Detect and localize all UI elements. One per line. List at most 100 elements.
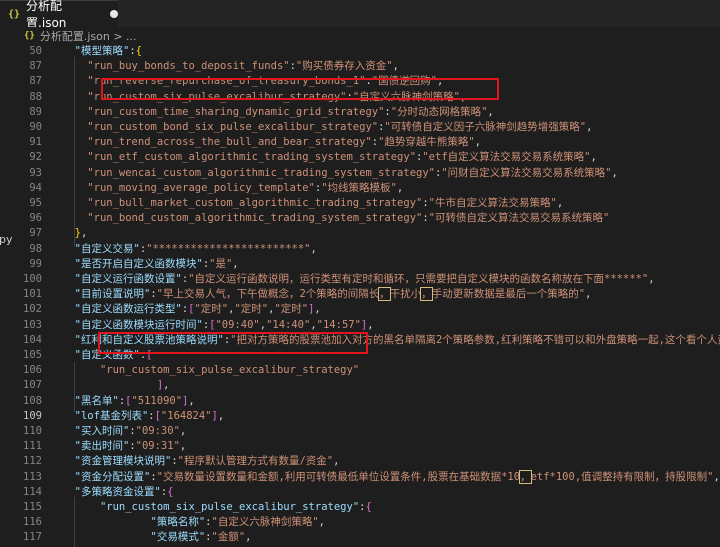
json-key: "买入时间" — [74, 425, 130, 437]
json-string: "自定义运行函数说明，运行类型有定时和循环，只需要把自定义模块的函数名称放在下面… — [188, 273, 649, 285]
code-line[interactable]: 113 "资金分配设置":"交易数量设置数量和金额,利用可转债最低单位设置条件,… — [0, 469, 720, 485]
code-line[interactable]: 115 "run_custom_six_pulse_excalibur_stra… — [0, 499, 720, 515]
code-line[interactable]: 103 "自定义函数模块运行时间":["09:40","14:40","14:5… — [0, 317, 720, 333]
code-line[interactable]: 92 "run_etf_custom_algorithmic_trading_s… — [0, 149, 720, 165]
line-number: 115 — [23, 501, 42, 513]
line-number: 107 — [23, 379, 42, 392]
line-code: "run_custom_bond_six_pulse_excalibur_str… — [62, 119, 592, 135]
code-line[interactable]: 102 "自定义函数运行类型":["定时","定时","定时"], — [0, 301, 720, 317]
json-punct: , — [217, 409, 225, 422]
json-string: "分时动态网格策略" — [390, 105, 488, 118]
json-key: "自定义函数运行类型" — [74, 303, 182, 316]
code-line[interactable]: 98 "自定义交易":"************************", — [0, 241, 720, 257]
json-string: "金额" — [211, 531, 246, 544]
json-punct: , — [188, 394, 195, 407]
indent-guide — [74, 497, 75, 547]
code-line[interactable]: 114 "多策略资金设置":{ — [0, 484, 720, 500]
json-punct: ， — [378, 287, 391, 302]
line-code: "run_custom_six_pulse_excalibur_strategy… — [62, 499, 372, 515]
tab-bar: {} 分析配置.json — [0, 0, 720, 30]
json-punct: , — [318, 516, 325, 529]
json-string: "可转债自定义因子六脉神剑趋势增强策略" — [384, 121, 587, 133]
line-number: 104 — [23, 333, 42, 346]
json-string: "问财自定义算法交易交易系统策略" — [441, 166, 612, 179]
tab-analysis-config[interactable]: {} 分析配置.json — [0, 0, 118, 30]
code-line[interactable]: 116 "策略名称":"自定义六脉神剑策略", — [0, 514, 720, 530]
code-line[interactable]: 97 }, — [0, 225, 720, 241]
line-number: 116 — [23, 516, 42, 529]
line-code: "lof基金列表":["164824"], — [62, 408, 225, 424]
line-code: "run_custom_six_pulse_excalibur_strategy… — [62, 362, 359, 378]
line-code: "run_moving_average_policy_template":"均线… — [62, 180, 403, 196]
json-string: "定时" — [194, 303, 229, 316]
code-line[interactable]: 111 "卖出时间":"09:31", — [0, 438, 720, 454]
unsaved-dot-icon[interactable] — [110, 10, 118, 18]
json-string: "是" — [209, 257, 233, 270]
line-code: "买入时间":"09:30", — [62, 423, 187, 439]
code-line[interactable]: 89 "run_custom_time_sharing_dynamic_grid… — [0, 104, 720, 120]
code-line[interactable]: 106 "run_custom_six_pulse_excalibur_stra… — [0, 362, 720, 378]
code-line[interactable]: 95 "run_bull_market_custom_algorithmic_t… — [0, 195, 720, 211]
line-number: 87 — [29, 75, 42, 88]
json-string: "************************" — [146, 242, 311, 255]
code-line[interactable]: 108 "黑名单":["511090"], — [0, 393, 720, 409]
highlight-box-88 — [101, 78, 499, 100]
line-code: "资金分配设置":"交易数量设置数量和金额,利用可转债最低单位设置条件,股票在基… — [62, 469, 720, 485]
code-line[interactable]: 117 "交易模式":"金额", — [0, 529, 720, 545]
code-line[interactable]: 91 "run_trend_across_the_bull_and_bear_s… — [0, 134, 720, 150]
line-number: 88 — [29, 90, 42, 103]
code-line[interactable]: 100 "自定义运行函数设置":"自定义运行函数说明，运行类型有定时和循环，只需… — [0, 271, 720, 287]
line-number: 113 — [23, 470, 42, 483]
code-line[interactable]: 99 "是否开启自定义函数模块":"是", — [0, 256, 720, 272]
json-string: "run_custom_time_sharing_dynamic_grid_st… — [87, 105, 385, 118]
json-punct: , — [590, 151, 597, 164]
code-line[interactable]: 50 "模型策略":{ — [0, 43, 720, 59]
json-string: "定时" — [274, 303, 309, 316]
line-number: 94 — [29, 181, 42, 194]
json-punct: , — [179, 425, 187, 437]
line-number: 109 — [23, 409, 42, 422]
line-number: 110 — [23, 425, 42, 437]
line-code: "多策略资金设置":{ — [62, 484, 174, 500]
line-number: 97 — [29, 227, 42, 240]
indent-guide — [74, 362, 75, 412]
json-punct: , — [80, 227, 88, 240]
line-number: 98 — [29, 242, 42, 255]
line-number: 99 — [29, 257, 42, 270]
json-string: "均线策略模板" — [321, 181, 397, 194]
line-code: "卖出时间":"09:31", — [62, 438, 187, 454]
code-editor[interactable]: 50 "模型策略":{87 "run_buy_bonds_to_deposit_… — [0, 42, 720, 547]
code-line[interactable]: 112 "资金管理模块说明":"程序默认管理方式有数量/资金", — [0, 453, 720, 469]
json-string: "run_custom_six_pulse_excalibur_strategy… — [99, 364, 360, 377]
json-string: "511090" — [131, 394, 183, 407]
json-icon: {} — [24, 31, 35, 41]
line-code: "run_buy_bonds_to_deposit_funds":"购买债券存入… — [62, 58, 399, 74]
json-punct: , — [392, 60, 399, 73]
code-line[interactable]: 94 "run_moving_average_policy_template":… — [0, 180, 720, 196]
json-key: "资金管理模块说明" — [74, 455, 172, 468]
json-string: "购买债券存入资金" — [295, 60, 393, 73]
code-line[interactable]: 110 "买入时间":"09:30", — [0, 423, 720, 439]
json-punct: , — [556, 197, 564, 209]
code-line[interactable]: 93 "run_wencai_custom_algorithmic_tradin… — [0, 165, 720, 181]
json-string: "run_custom_bond_six_pulse_excalibur_str… — [87, 121, 379, 133]
json-key: "多策略资金设置" — [74, 485, 161, 498]
json-string: "09:30" — [135, 425, 180, 437]
code-line[interactable]: 96 "run_bond_custom_algorithmic_trading_… — [0, 210, 720, 226]
json-punct: { — [135, 45, 142, 57]
line-number: 108 — [23, 394, 42, 407]
json-string: "run_bond_custom_algorithmic_trading_sys… — [87, 212, 423, 225]
code-line[interactable]: 90 "run_custom_bond_six_pulse_excalibur_… — [0, 119, 720, 135]
code-line[interactable]: 87 "run_buy_bonds_to_deposit_funds":"购买债… — [0, 58, 720, 74]
line-number: 105 — [23, 349, 42, 361]
code-line[interactable]: 107 ], — [0, 377, 720, 393]
json-string: "run_etf_custom_algorithmic_trading_syst… — [87, 151, 417, 164]
code-line[interactable]: 109 "lof基金列表":["164824"], — [0, 408, 720, 424]
json-punct: , — [333, 455, 340, 468]
line-number: 111 — [23, 440, 42, 453]
json-punct: ， — [519, 469, 532, 484]
line-number: 106 — [23, 364, 42, 377]
json-key: "黑名单" — [74, 394, 119, 407]
code-line[interactable]: 101 "目前设置说明":"早上交易人气，下午做概念，2个策略的间隔长，干扰小，… — [0, 286, 720, 302]
json-punct: , — [396, 181, 404, 194]
